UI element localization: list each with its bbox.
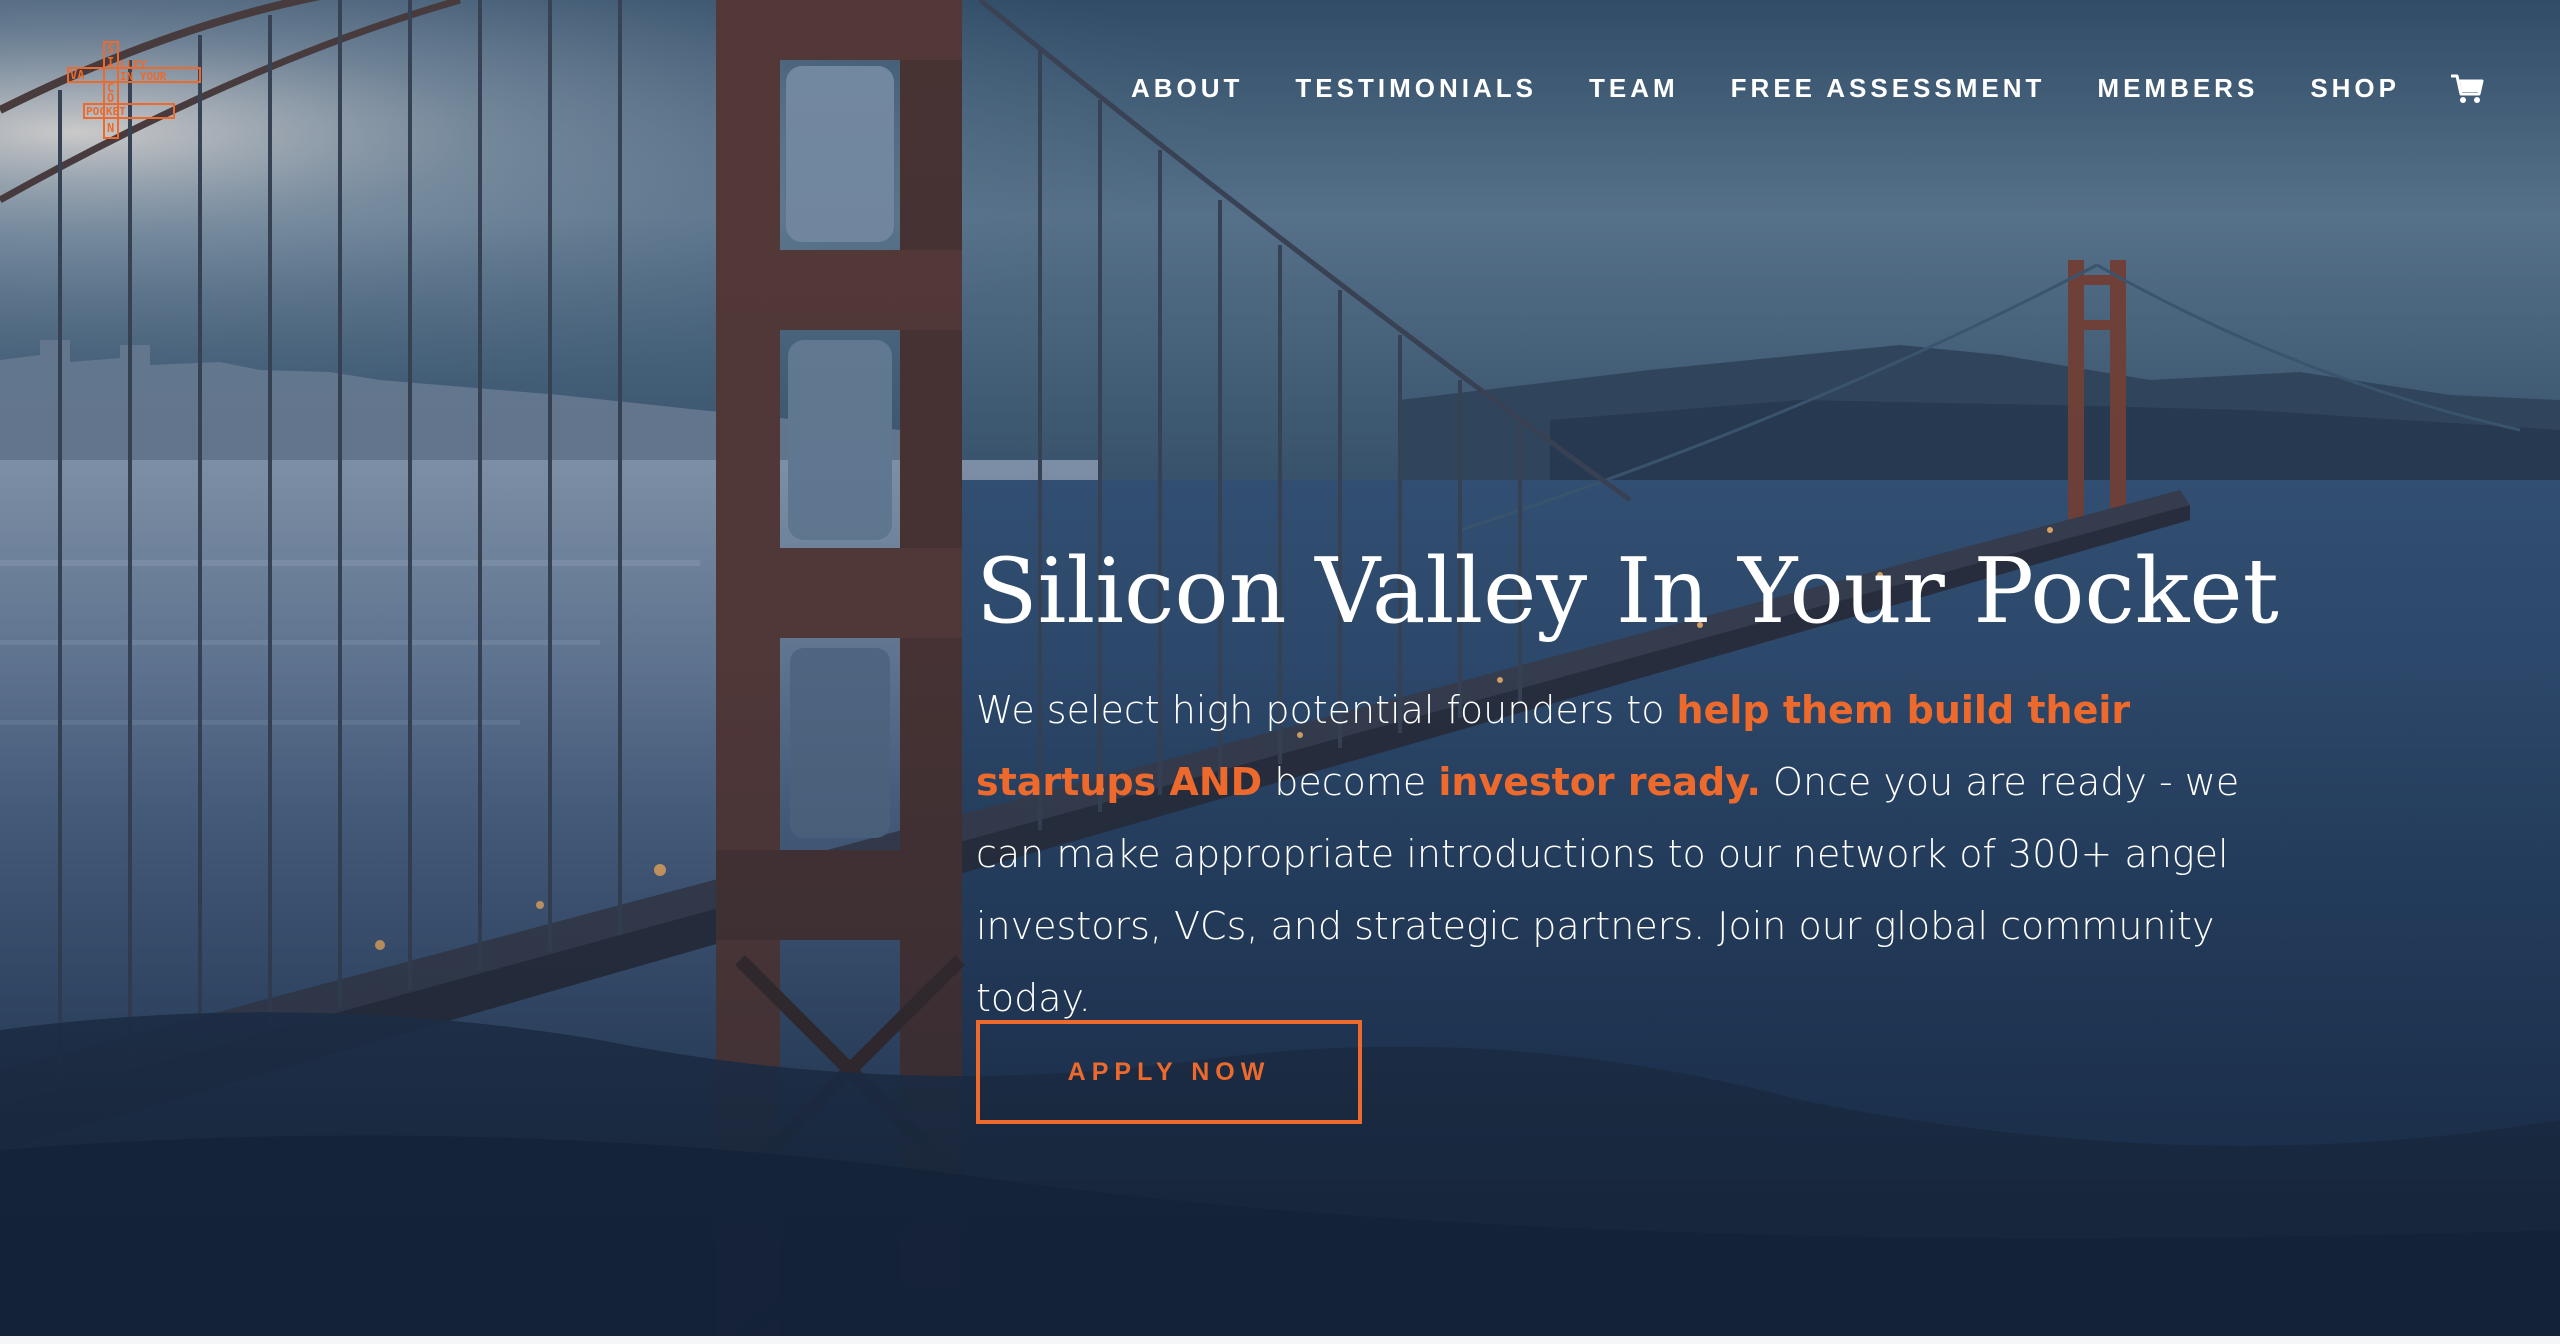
svg-text:N: N xyxy=(107,121,114,135)
nav-shop-link[interactable]: SHOP xyxy=(2310,72,2400,104)
hero-description: We select high potential founders to hel… xyxy=(976,674,2296,1034)
desc-text-1: We select high potential founders to xyxy=(976,688,1677,732)
desc-text-2: become xyxy=(1262,760,1439,804)
page-bottom-edge xyxy=(0,1336,2560,1344)
hero-content: Silicon Valley In Your Pocket We select … xyxy=(976,532,2306,1034)
desc-highlight-2: investor ready. xyxy=(1438,760,1761,804)
svg-text:IN YOUR: IN YOUR xyxy=(120,70,167,83)
hero-section: S I C O N VA LLEY IN YOUR POCKET ABOUT T… xyxy=(0,0,2560,1336)
svg-text:O: O xyxy=(107,91,114,105)
apply-now-button[interactable]: APPLY NOW xyxy=(976,1020,1362,1124)
main-navigation: ABOUT TESTIMONIALS TEAM FREE ASSESSMENT … xyxy=(1079,72,2484,104)
logo-mark-icon: S I C O N VA LLEY IN YOUR POCKET xyxy=(67,41,201,139)
nav-about-link[interactable]: ABOUT xyxy=(1131,72,1243,104)
svg-text:I: I xyxy=(107,55,114,69)
nav-testimonials-link[interactable]: TESTIMONIALS xyxy=(1295,72,1537,104)
nav-free-assessment-link[interactable]: FREE ASSESSMENT xyxy=(1731,72,2046,104)
svg-text:S: S xyxy=(107,42,114,56)
hero-headline: Silicon Valley In Your Pocket xyxy=(976,539,2279,644)
brand-logo[interactable]: S I C O N VA LLEY IN YOUR POCKET xyxy=(64,38,204,142)
nav-team-link[interactable]: TEAM xyxy=(1589,72,1679,104)
svg-text:POCKET: POCKET xyxy=(86,105,126,118)
cart-icon[interactable] xyxy=(2450,72,2484,104)
nav-members-link[interactable]: MEMBERS xyxy=(2097,72,2258,104)
svg-text:VA: VA xyxy=(70,68,85,82)
